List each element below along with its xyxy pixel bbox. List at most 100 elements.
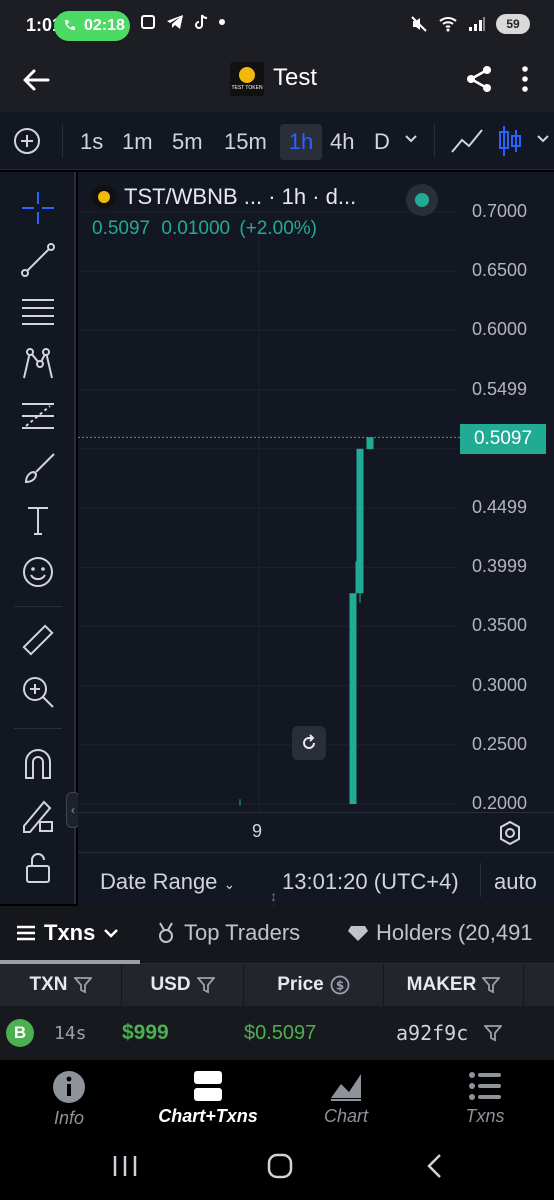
share-icon[interactable]: [464, 64, 494, 94]
y-tick-label: 0.3000: [472, 674, 528, 695]
nav-txns[interactable]: Txns: [425, 1070, 545, 1127]
date-range-bar: Date Range ⌄ 13:01:20 (UTC+4) auto: [78, 852, 554, 906]
maker-filter[interactable]: [484, 1006, 502, 1060]
timeframe-5m[interactable]: 5m: [168, 124, 207, 160]
tab-txns[interactable]: Txns: [16, 920, 119, 946]
buy-badge: B: [6, 1019, 34, 1047]
chart-legend: TST/WBNB ... · 1h · d...: [92, 184, 356, 210]
magnet-tool[interactable]: [18, 744, 58, 784]
measure-tool[interactable]: [18, 620, 58, 660]
pattern-icon: [23, 348, 53, 379]
toolbar-divider: [14, 606, 62, 607]
chevron-down-icon[interactable]: [404, 132, 418, 146]
chart-settings-icon[interactable]: [496, 819, 524, 847]
y-tick-label: 0.7000: [472, 201, 528, 221]
token-logo-text: TEST TOKEN: [231, 85, 263, 91]
table-row[interactable]: B 14s $999 $0.5097 a92f9c: [0, 1006, 554, 1060]
call-indicator[interactable]: 02:18: [54, 11, 130, 41]
forecast-tool[interactable]: [18, 396, 58, 436]
legend-change-pct: (+2.00%): [239, 218, 317, 239]
y-tick-label: 0.3999: [472, 556, 528, 577]
reset-chart-button[interactable]: [292, 726, 326, 760]
legend-token-logo: [92, 185, 116, 209]
page-title: Test: [273, 64, 318, 91]
column-usd[interactable]: USD: [122, 964, 244, 1006]
fib-tool[interactable]: [18, 292, 58, 332]
txn-usd: $999: [122, 1021, 169, 1044]
crosshair-tool[interactable]: [18, 188, 58, 228]
zoom-tool[interactable]: [18, 672, 58, 712]
timeframe-1m[interactable]: 1m: [118, 124, 157, 160]
date-range-button[interactable]: Date Range ⌄: [100, 869, 235, 895]
pattern-tool[interactable]: [18, 344, 58, 384]
auto-scale-toggle[interactable]: auto: [494, 869, 537, 895]
nav-chart-label: Chart: [323, 1106, 368, 1126]
smiley-icon: [23, 557, 53, 587]
add-indicator-icon[interactable]: [12, 126, 42, 156]
recent-apps-icon[interactable]: [112, 1154, 138, 1178]
home-icon[interactable]: [266, 1152, 294, 1180]
timezone-clock[interactable]: 13:01:20 (UTC+4): [282, 869, 459, 895]
candlestick-icon[interactable]: [498, 124, 522, 158]
txn-maker[interactable]: a92f9c: [396, 1006, 468, 1060]
medal-icon: [159, 922, 173, 943]
candle-body[interactable]: [356, 448, 364, 594]
timeframe-15m[interactable]: 15m: [220, 124, 271, 160]
split-view-icon: [194, 1071, 222, 1101]
column-maker[interactable]: MAKER: [384, 964, 524, 1006]
forecast-icon: [22, 403, 54, 429]
token-coin-icon: [239, 67, 255, 83]
unlock-tool[interactable]: [18, 848, 58, 888]
tab-holders-label: Holders (20,491: [376, 920, 533, 945]
chevron-down-icon: ⌄: [223, 876, 236, 892]
column-txn[interactable]: TXN: [0, 964, 122, 1006]
candle-body[interactable]: [366, 437, 374, 450]
time-axis[interactable]: 9: [78, 812, 554, 852]
lock-drawings-tool[interactable]: [18, 796, 58, 836]
unlock-icon: [26, 853, 50, 883]
timeframe-1h[interactable]: 1h: [280, 124, 322, 160]
text-tool[interactable]: [18, 500, 58, 540]
tab-holders[interactable]: Holders (20,491: [348, 920, 533, 946]
timeframe-4h[interactable]: 4h: [326, 124, 358, 160]
brush-icon: [24, 453, 55, 484]
nav-info[interactable]: Info: [9, 1070, 129, 1129]
nav-chart[interactable]: Chart: [286, 1070, 406, 1127]
timeframe-D[interactable]: D: [370, 124, 394, 160]
back-icon[interactable]: [424, 1152, 446, 1180]
system-navigation: [0, 1140, 554, 1200]
battery-indicator: 59: [496, 14, 530, 34]
txns-tabs: Txns Top Traders Holders (20,491: [0, 906, 554, 964]
emoji-tool[interactable]: [18, 552, 58, 592]
column-price[interactable]: Price $: [244, 964, 384, 1006]
filter-icon[interactable]: [73, 976, 92, 994]
candle-body[interactable]: [349, 593, 357, 804]
dollar-circle-icon[interactable]: $: [330, 975, 350, 995]
reset-icon: [303, 734, 315, 749]
price-chart[interactable]: TST/WBNB ... · 1h · d... 0.5097 0.01000 …: [78, 172, 554, 812]
candle-body[interactable]: [239, 804, 241, 806]
status-bar: 1:01 02:18 59: [0, 0, 554, 52]
legend-change: 0.01000: [161, 218, 231, 239]
text-icon: [28, 507, 48, 535]
txn-age: 14s: [54, 1022, 87, 1044]
trend-line-tool[interactable]: [18, 240, 58, 280]
chevron-down-icon[interactable]: [536, 132, 550, 146]
crosshair-icon: [22, 192, 54, 224]
filter-icon[interactable]: [482, 976, 501, 994]
brush-tool[interactable]: [18, 448, 58, 488]
nav-chart-txns[interactable]: Chart+Txns: [148, 1070, 268, 1127]
timeframe-1s[interactable]: 1s: [76, 124, 107, 160]
live-status-dot[interactable]: [406, 184, 438, 216]
more-vert-icon[interactable]: [520, 64, 530, 94]
diamond-icon: [348, 926, 368, 941]
tab-top-traders[interactable]: Top Traders: [156, 920, 300, 946]
back-arrow-icon[interactable]: [20, 64, 52, 96]
column-maker-label: MAKER: [406, 974, 477, 995]
filter-icon[interactable]: [196, 976, 215, 994]
line-chart-icon[interactable]: [450, 126, 484, 156]
txn-price: $0.5097: [244, 1021, 317, 1044]
bottom-navigation: Info Chart+Txns Chart Txns: [0, 1060, 554, 1140]
app-header: TEST TOKEN Test: [0, 52, 554, 112]
last-price-tag: 0.5097: [460, 424, 546, 454]
